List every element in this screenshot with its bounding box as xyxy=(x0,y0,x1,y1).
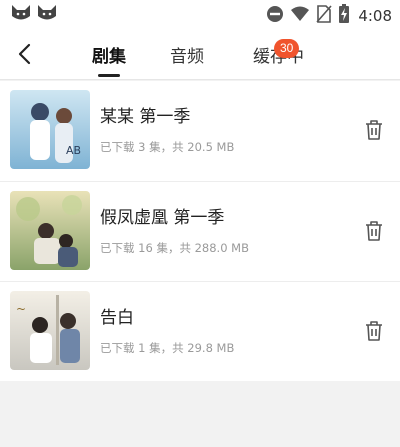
svg-text:AB: AB xyxy=(66,144,81,157)
list-item[interactable]: AB 某某 第一季 已下载 3 集，共 20.5 MB xyxy=(0,81,400,181)
cat-app-icon xyxy=(36,3,58,27)
status-bar: 4:08 xyxy=(0,0,400,28)
delete-button[interactable] xyxy=(361,117,387,143)
cover-image xyxy=(10,191,90,270)
item-meta: 已下载 3 集，共 20.5 MB xyxy=(100,140,235,154)
delete-button[interactable] xyxy=(361,218,387,244)
back-button[interactable] xyxy=(12,40,40,68)
trash-icon xyxy=(361,321,387,348)
item-meta: 已下载 16 集，共 288.0 MB xyxy=(100,241,249,255)
status-time: 4:08 xyxy=(358,7,392,25)
list-item[interactable]: 假凤虚凰 第一季 已下载 16 集，共 288.0 MB xyxy=(0,181,400,281)
top-header: 剧集 音频 缓存中 30 xyxy=(0,28,400,80)
download-list: AB 某某 第一季 已下载 3 集，共 20.5 MB 假凤虚凰 第一季 已下载… xyxy=(0,81,400,381)
back-arrow-icon xyxy=(12,43,40,72)
list-item[interactable]: ~ 告白 已下载 1 集，共 29.8 MB xyxy=(0,281,400,381)
battery-charging-icon xyxy=(338,4,350,28)
caching-count-badge: 30 xyxy=(274,39,300,58)
trash-icon xyxy=(361,120,387,147)
cover-image: AB xyxy=(10,90,90,169)
cover-image: ~ xyxy=(10,291,90,370)
do-not-disturb-icon xyxy=(266,5,284,27)
active-tab-indicator xyxy=(98,74,120,77)
item-title: 某某 第一季 xyxy=(100,107,191,127)
item-meta: 已下载 1 集，共 29.8 MB xyxy=(100,341,235,355)
trash-icon xyxy=(361,221,387,248)
delete-button[interactable] xyxy=(361,318,387,344)
tab-audio-label: 音频 xyxy=(170,47,204,67)
svg-text:~: ~ xyxy=(16,302,26,316)
status-bar-right: 4:08 xyxy=(266,4,392,28)
item-title: 告白 xyxy=(100,308,134,328)
wifi-icon xyxy=(290,5,310,27)
tab-audio[interactable]: 音频 xyxy=(170,42,204,67)
tab-episodes[interactable]: 剧集 xyxy=(92,42,126,77)
status-bar-left xyxy=(10,3,58,27)
item-title: 假凤虚凰 第一季 xyxy=(100,208,225,228)
tab-episodes-label: 剧集 xyxy=(92,47,126,67)
no-sim-icon xyxy=(316,5,332,27)
cat-app-icon xyxy=(10,3,32,27)
